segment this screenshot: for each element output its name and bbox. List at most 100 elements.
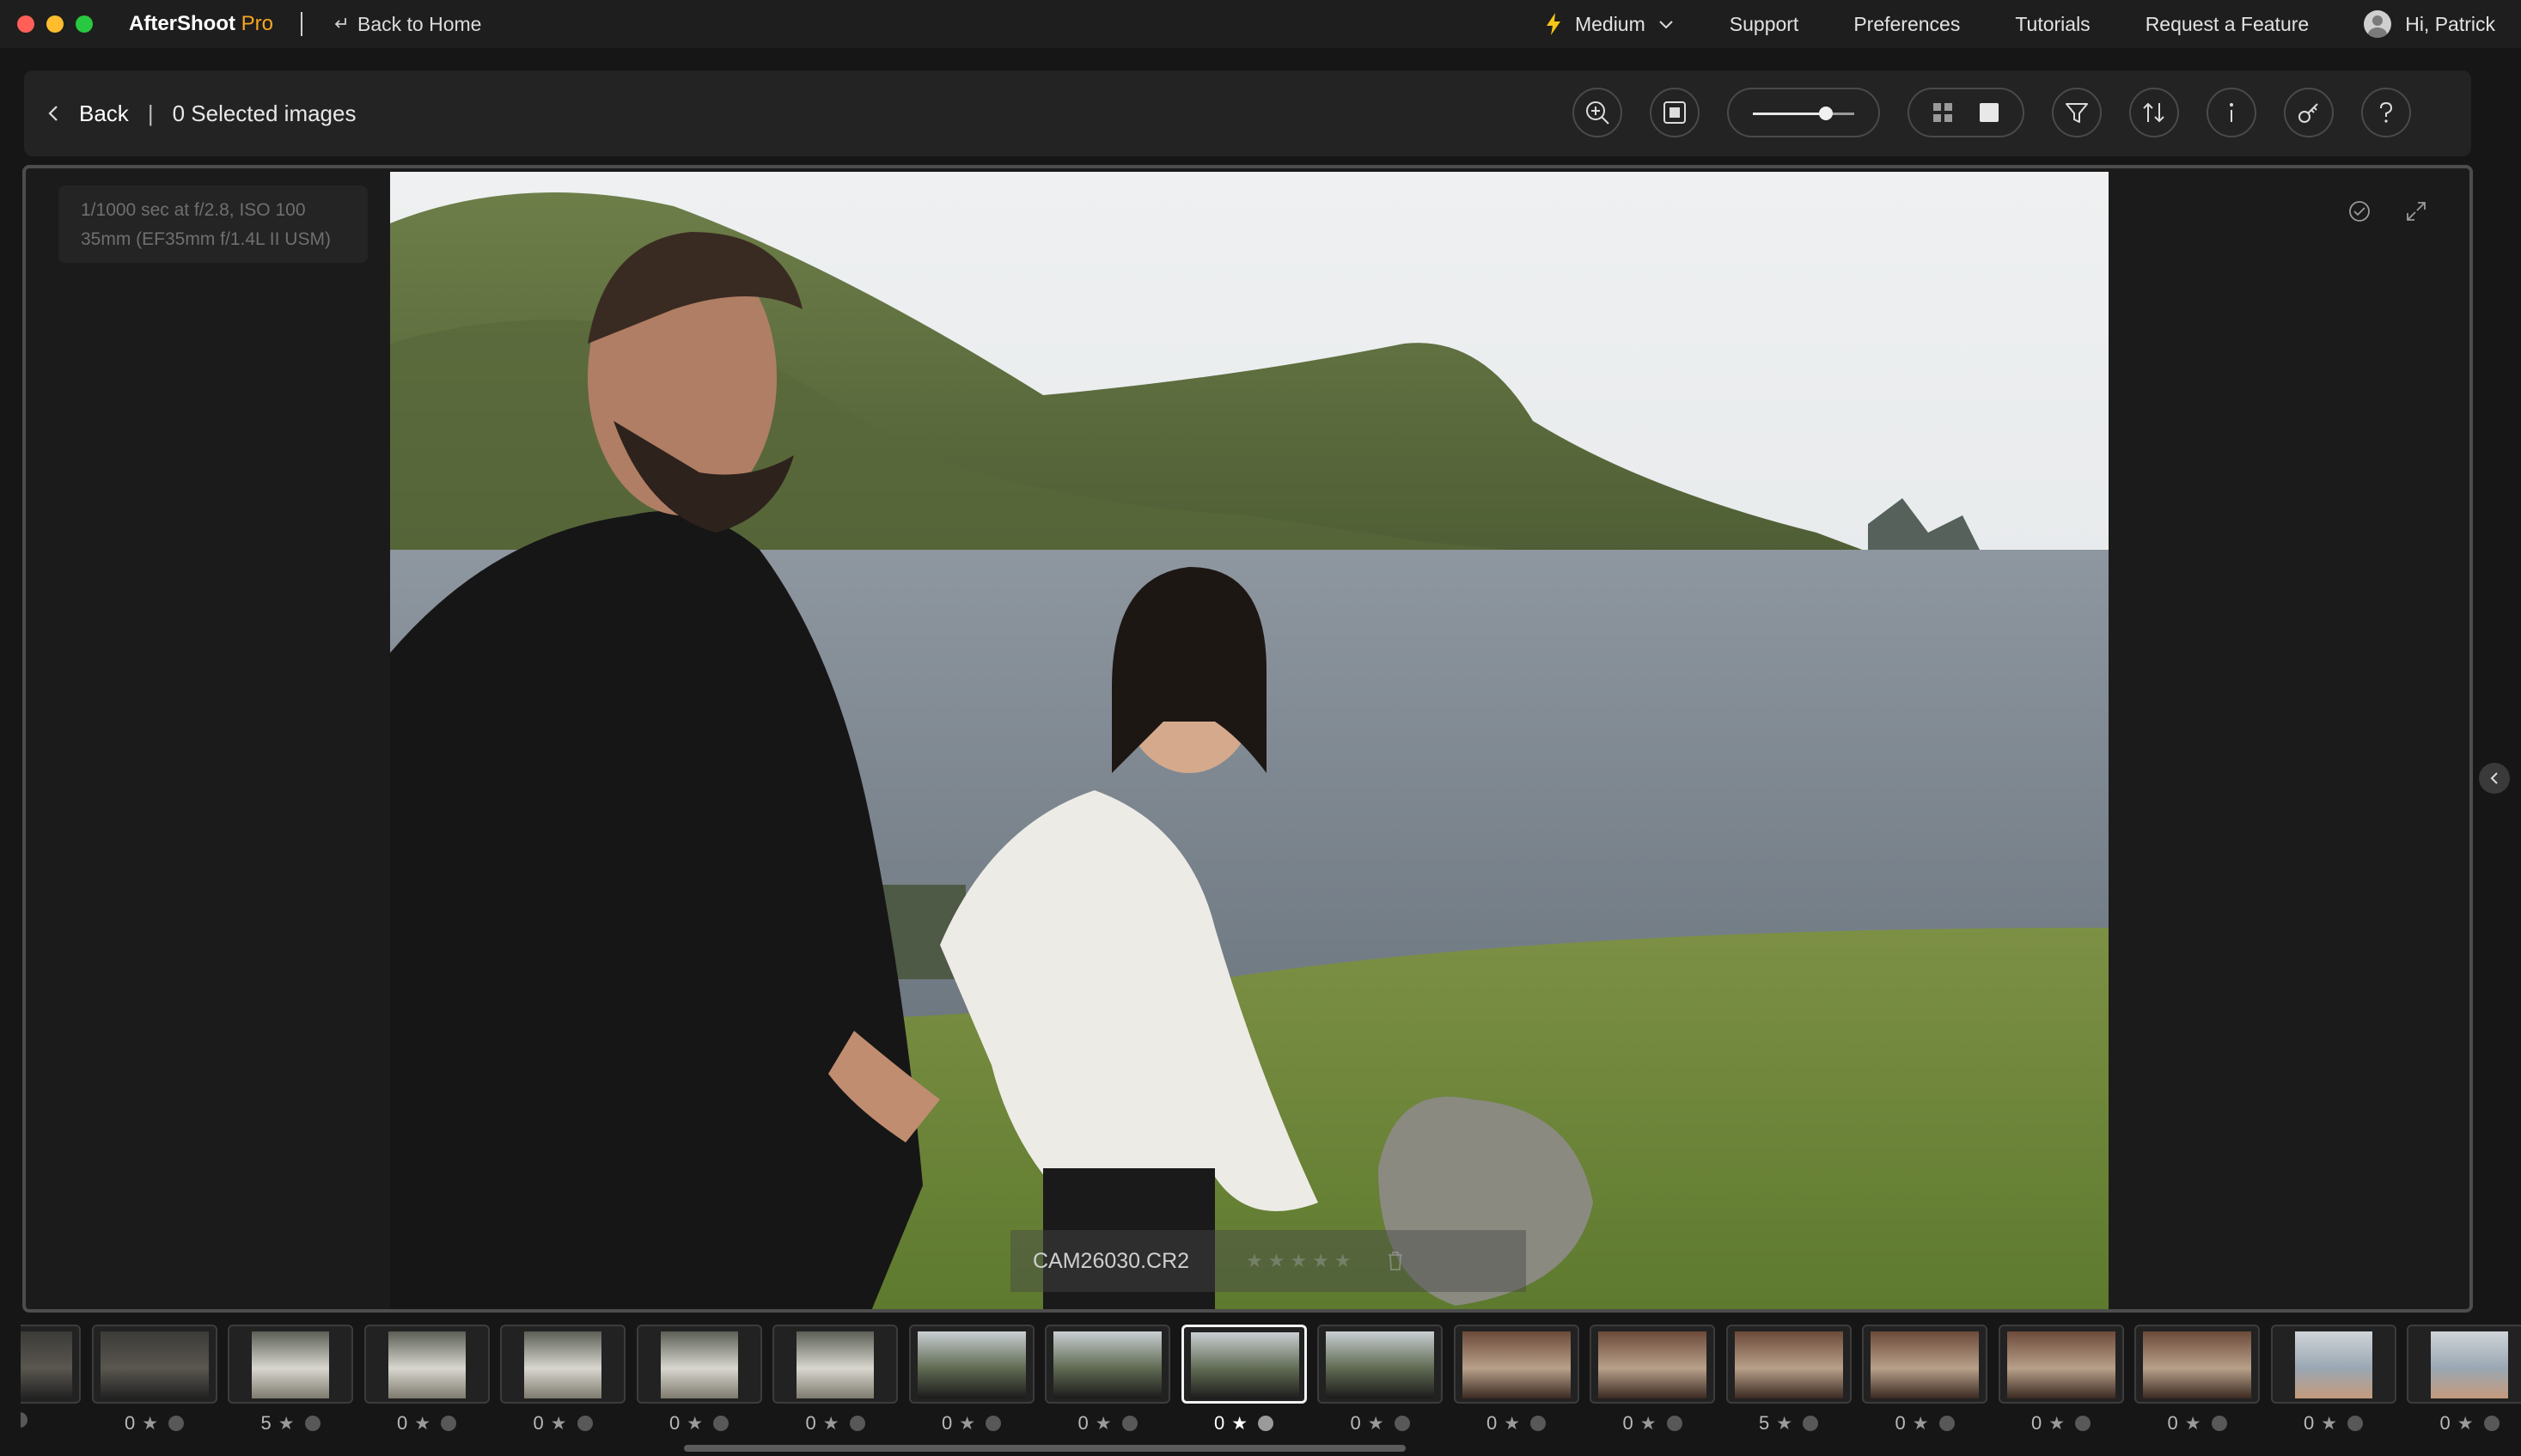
thumbnail-rating[interactable]: 0 ★ — [637, 1412, 762, 1435]
title-bar: AfterShoot Pro Back to Home Medium Suppo… — [0, 0, 2521, 48]
filmstrip-thumbnail[interactable] — [908, 1325, 1035, 1404]
zoom-slider-handle[interactable] — [1819, 107, 1834, 120]
thumbnail-rating[interactable]: 5 ★ — [1726, 1412, 1852, 1435]
zoom-in-button[interactable] — [1572, 88, 1622, 137]
sort-button[interactable] — [2129, 88, 2179, 137]
color-label-dot[interactable] — [1938, 1416, 1955, 1431]
filmstrip-thumbnail[interactable] — [1725, 1325, 1852, 1404]
thumbnail-rating[interactable]: 0 ★ — [1317, 1412, 1443, 1435]
toolbar-separator: | — [147, 100, 154, 126]
star-icon: ★ — [1776, 1413, 1793, 1434]
minimize-window-button[interactable] — [46, 15, 64, 33]
viewer-corner-actions — [2347, 199, 2428, 223]
info-button[interactable] — [2207, 88, 2256, 137]
star-icon: ★ — [2321, 1413, 2338, 1434]
main-photo[interactable] — [390, 172, 2109, 1309]
filmstrip-scrollbar[interactable] — [684, 1445, 1406, 1452]
zoom-slider-fill — [1753, 113, 1827, 115]
color-label-dot[interactable] — [577, 1416, 593, 1431]
tutorials-link[interactable]: Tutorials — [2015, 13, 2090, 36]
color-label-dot[interactable] — [1258, 1416, 1274, 1431]
thumbnail-image — [252, 1331, 329, 1398]
toolbar-tools — [1572, 88, 2411, 137]
filmstrip-thumbnail[interactable] — [500, 1325, 626, 1404]
thumbnail-rating[interactable]: 0 ★ — [2134, 1412, 2260, 1435]
thumbnail-image — [2431, 1331, 2508, 1398]
star-icon: ★ — [550, 1413, 567, 1434]
thumbnail-rating[interactable] — [21, 1412, 81, 1428]
thumbnail-rating[interactable]: 0 ★ — [2407, 1412, 2521, 1435]
key-button[interactable] — [2284, 88, 2334, 137]
side-panel-toggle[interactable] — [2479, 763, 2510, 794]
thumbnail-rating[interactable]: 0 ★ — [364, 1412, 490, 1435]
thumbnail-rating[interactable]: 0 ★ — [1590, 1412, 1715, 1435]
filter-button[interactable] — [2052, 88, 2102, 137]
color-label-dot[interactable] — [849, 1416, 865, 1431]
filmstrip-thumbnail[interactable] — [1045, 1325, 1170, 1404]
color-label-dot[interactable] — [21, 1412, 27, 1428]
filmstrip-thumbnail[interactable] — [228, 1325, 353, 1404]
support-link[interactable]: Support — [1730, 13, 1799, 36]
close-window-button[interactable] — [17, 15, 34, 33]
maximize-window-button[interactable] — [76, 15, 93, 33]
color-label-dot[interactable] — [1666, 1416, 1682, 1431]
thumbnail-rating[interactable]: 0 ★ — [909, 1412, 1035, 1435]
color-label-dot[interactable] — [2211, 1416, 2227, 1431]
back-to-home-link[interactable]: Back to Home — [332, 13, 481, 36]
filmstrip-thumbnail[interactable] — [1317, 1325, 1443, 1404]
filmstrip-thumbnail[interactable] — [1453, 1325, 1579, 1404]
color-label-dot[interactable] — [168, 1416, 185, 1431]
rating-value: 0 — [1077, 1412, 1089, 1434]
back-button[interactable]: Back — [46, 101, 129, 127]
expand-icon[interactable] — [2404, 199, 2428, 223]
zoom-slider-track — [1753, 107, 1854, 120]
filmstrip-thumbnail[interactable] — [1862, 1325, 1987, 1404]
zoom-slider[interactable] — [1727, 88, 1880, 137]
thumbnail-rating[interactable]: 0 ★ — [92, 1412, 217, 1435]
filmstrip-thumbnail[interactable] — [1181, 1325, 1307, 1404]
sort-icon — [2143, 102, 2164, 123]
color-label-dot[interactable] — [1121, 1416, 1138, 1431]
filmstrip-thumbnail[interactable] — [636, 1325, 762, 1404]
thumbnail-rating[interactable]: 0 ★ — [1862, 1412, 1987, 1435]
thumbnail-rating[interactable]: 0 ★ — [2271, 1412, 2396, 1435]
filmstrip-thumbnail[interactable] — [91, 1325, 217, 1404]
thumbnail-image — [21, 1331, 72, 1398]
trash-icon[interactable] — [1386, 1250, 1405, 1272]
filmstrip-thumbnail[interactable] — [2407, 1325, 2521, 1404]
star-rating-control[interactable]: ★★★★★ — [1246, 1250, 1357, 1272]
single-view-icon[interactable] — [1977, 101, 2001, 125]
thumbnail-rating[interactable]: 0 ★ — [500, 1412, 626, 1435]
filmstrip-thumbnail[interactable] — [772, 1325, 898, 1404]
color-label-dot[interactable] — [1394, 1416, 1410, 1431]
check-circle-icon[interactable] — [2347, 199, 2371, 223]
fit-screen-button[interactable] — [1650, 88, 1700, 137]
color-label-dot[interactable] — [2483, 1416, 2500, 1431]
color-label-dot[interactable] — [441, 1416, 457, 1431]
thumbnail-rating[interactable]: 5 ★ — [228, 1412, 353, 1435]
filmstrip-thumbnail[interactable] — [21, 1325, 81, 1404]
color-label-dot[interactable] — [2075, 1416, 2091, 1431]
filmstrip-thumbnail[interactable] — [1590, 1325, 1715, 1404]
thumbnail-rating[interactable]: 0 ★ — [772, 1412, 898, 1435]
help-button[interactable] — [2361, 88, 2411, 137]
filmstrip-thumbnail[interactable] — [2270, 1325, 2396, 1404]
thumbnail-rating[interactable]: 0 ★ — [1181, 1412, 1307, 1435]
thumbnail-rating[interactable]: 0 ★ — [1999, 1412, 2124, 1435]
filmstrip-thumbnail[interactable] — [1998, 1325, 2124, 1404]
speed-mode-dropdown[interactable]: Medium — [1544, 12, 1675, 36]
color-label-dot[interactable] — [713, 1416, 729, 1431]
color-label-dot[interactable] — [304, 1416, 320, 1431]
request-feature-link[interactable]: Request a Feature — [2146, 13, 2310, 36]
filmstrip-thumbnail[interactable] — [2134, 1325, 2260, 1404]
thumbnail-rating[interactable]: 0 ★ — [1045, 1412, 1170, 1435]
preferences-link[interactable]: Preferences — [1853, 13, 1960, 36]
thumbnail-rating[interactable]: 0 ★ — [1454, 1412, 1579, 1435]
grid-view-icon[interactable] — [1931, 101, 1955, 125]
color-label-dot[interactable] — [1530, 1416, 1547, 1431]
user-menu[interactable]: Hi, Patrick — [2364, 10, 2495, 38]
color-label-dot[interactable] — [2347, 1416, 2364, 1431]
color-label-dot[interactable] — [986, 1416, 1002, 1431]
filmstrip-thumbnail[interactable] — [363, 1325, 490, 1404]
color-label-dot[interactable] — [1803, 1416, 1819, 1431]
